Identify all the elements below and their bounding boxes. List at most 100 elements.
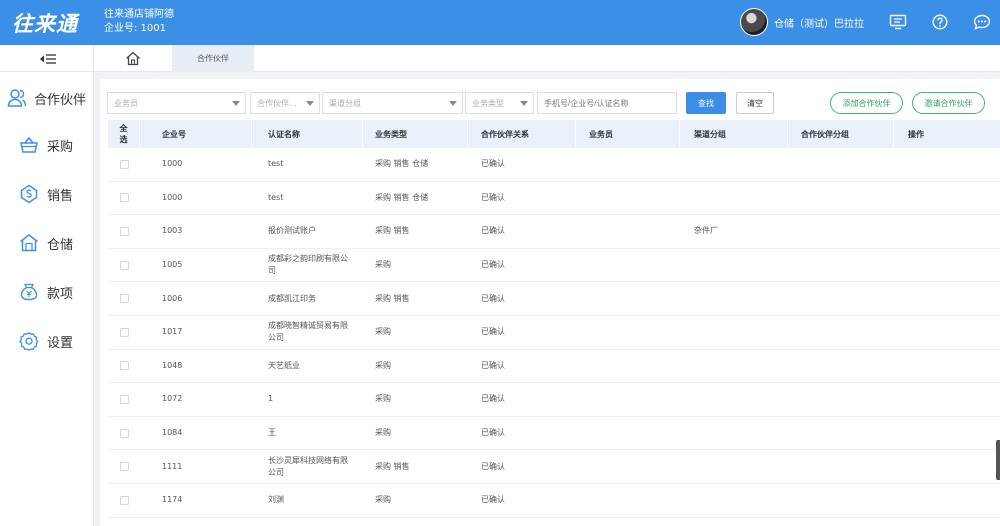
cell-relation-text: 已确认: [481, 360, 505, 370]
cell-salesperson: [576, 417, 680, 450]
row-checkbox[interactable]: [119, 361, 129, 371]
cell-channel: [680, 350, 788, 383]
cell-cert-name: 报价测试账户: [252, 215, 363, 248]
clear-button[interactable]: 清空: [736, 92, 774, 114]
chat-icon[interactable]: [972, 12, 992, 32]
cell-cert-name: 刘渊: [252, 484, 363, 517]
table-row[interactable]: 1048 天艺纸业 采购 已确认: [108, 350, 1000, 384]
tab-partners[interactable]: 合作伙伴: [172, 45, 254, 72]
cell-partner-group: [788, 148, 894, 181]
cell-company-no-text: 1048: [162, 360, 183, 370]
cell-cert-name-text: 成都彩之韵印刷有限公司: [268, 254, 348, 276]
sidebar-item-payments[interactable]: 款项: [0, 272, 94, 312]
cell-cert-name-text: 报价测试账户: [268, 226, 316, 236]
sidebar-item-partners[interactable]: 合作伙伴: [0, 78, 94, 118]
warehouse-icon: [19, 233, 39, 253]
partner-group-select[interactable]: 合作伙伴...: [250, 92, 320, 114]
cell-company-no: 1084: [140, 417, 252, 450]
cell-business-type: 采购 销售 仓储: [363, 148, 468, 181]
table-row[interactable]: 1005 成都彩之韵印刷有限公司 采购 已确认: [108, 249, 1000, 283]
cell-relation: 已确认: [468, 383, 576, 416]
table-row[interactable]: 1006 成都凯江印务 采购 销售 已确认: [108, 282, 1000, 316]
cell-company-no-text: 1003: [162, 226, 183, 236]
cell-cert-name: 成都彩之韵印刷有限公司: [252, 249, 363, 282]
sidebar-item-purchase[interactable]: 采购: [0, 125, 94, 165]
help-icon[interactable]: [930, 12, 950, 32]
row-checkbox[interactable]: [119, 428, 129, 438]
monitor-icon[interactable]: [888, 12, 908, 32]
search-button[interactable]: 查找: [686, 92, 726, 114]
cell-cert-name: 王: [252, 417, 363, 450]
row-checkbox[interactable]: [119, 193, 129, 203]
user-menu[interactable]: 仓储（测试）巴拉拉: [740, 8, 864, 36]
column-header-relation: 合作伙伴关系: [468, 120, 576, 148]
business-type-select[interactable]: 业务类型: [465, 92, 534, 114]
column-header-salesperson: 业务员: [576, 120, 680, 148]
table-row[interactable]: 1174 刘渊 采购 已确认: [108, 484, 1000, 518]
table-row[interactable]: 1017 成都晓智精诚贸易有限公司 采购 已确认: [108, 316, 1000, 350]
menu-collapse-icon: [39, 53, 56, 64]
cell-relation: 已确认: [468, 182, 576, 215]
cell-relation: 已确认: [468, 350, 576, 383]
row-checkbox[interactable]: [119, 159, 129, 169]
tab-home[interactable]: [94, 45, 172, 72]
cell-partner-group: [788, 383, 894, 416]
cell-relation: 已确认: [468, 316, 576, 349]
cell-relation-text: 已确认: [481, 327, 505, 337]
row-checkbox[interactable]: [119, 394, 129, 404]
cell-channel: 杂件厂: [680, 215, 788, 248]
app-logo[interactable]: 往来通: [12, 8, 78, 38]
cell-partner-group: [788, 249, 894, 282]
cell-salesperson: [576, 316, 680, 349]
cell-company-no-text: 1000: [162, 192, 183, 202]
scroll-handle[interactable]: [996, 440, 1000, 480]
top-header: 往来通 往来通店铺阿德 企业号: 1001 仓储（测试）巴拉拉: [0, 0, 1000, 45]
cell-relation-text: 已确认: [481, 461, 505, 471]
salesperson-select[interactable]: 业务员: [107, 92, 246, 114]
add-partner-button[interactable]: 添加合作伙伴: [830, 92, 903, 114]
sidebar-toggle-button[interactable]: [0, 45, 94, 72]
row-checkbox[interactable]: [119, 327, 129, 337]
cell-salesperson: [576, 215, 680, 248]
avatar[interactable]: [740, 8, 768, 36]
invite-partner-button[interactable]: 邀请合作伙伴: [912, 92, 985, 114]
row-checkbox[interactable]: [119, 260, 129, 270]
cell-actions: [894, 148, 1000, 181]
table-row[interactable]: 1003 报价测试账户 采购 销售 已确认 杂件厂: [108, 215, 1000, 249]
row-checkbox[interactable]: [119, 495, 129, 505]
cell-channel-text: 杂件厂: [694, 226, 718, 236]
column-header-company-no: 企业号: [140, 120, 252, 148]
cell-relation-text: 已确认: [481, 226, 505, 236]
select-all-label: 全选: [119, 124, 128, 144]
table-row[interactable]: 1000 test 采购 销售 仓储 已确认: [108, 148, 1000, 182]
cell-business-type: 采购 销售: [363, 450, 468, 483]
row-checkbox[interactable]: [119, 294, 129, 304]
sidebar-item-label: 合作伙伴: [34, 92, 87, 108]
user-name[interactable]: 仓储（测试）巴拉拉: [774, 15, 864, 30]
column-header-cert-name: 认证名称: [252, 120, 363, 148]
table-row[interactable]: 1084 王 采购 已确认: [108, 417, 1000, 451]
chevron-down-icon: [520, 101, 528, 106]
cell-business-type-text: 采购: [375, 428, 391, 438]
cell-channel: [680, 484, 788, 517]
cell-cert-name-text: test: [268, 192, 284, 202]
cell-business-type: 采购: [363, 383, 468, 416]
cell-company-no: 1005: [140, 249, 252, 282]
sidebar-item-warehouse[interactable]: 仓储: [0, 223, 94, 263]
cell-cert-name-text: 成都晓智精诚贸易有限公司: [268, 321, 348, 343]
channel-group-select[interactable]: 渠道分组: [322, 92, 463, 114]
gear-icon: [19, 331, 39, 351]
table-row[interactable]: 1000 test 采购 销售 仓储 已确认: [108, 182, 1000, 216]
search-input[interactable]: [537, 92, 677, 114]
row-select-cell: [108, 484, 140, 517]
sidebar-item-settings[interactable]: 设置: [0, 321, 94, 361]
chevron-down-icon: [449, 101, 457, 106]
table-row[interactable]: 1072 1 采购 已确认: [108, 383, 1000, 417]
row-checkbox[interactable]: [119, 462, 129, 472]
row-checkbox[interactable]: [119, 226, 129, 236]
select-all-header[interactable]: 全选: [108, 120, 140, 148]
table-row[interactable]: 1111 长沙灵犀科技网络有限公司 采购 销售 已确认: [108, 450, 1000, 484]
sales-icon: [19, 184, 39, 204]
cell-actions: [894, 350, 1000, 383]
sidebar-item-sales[interactable]: 销售: [0, 174, 94, 214]
